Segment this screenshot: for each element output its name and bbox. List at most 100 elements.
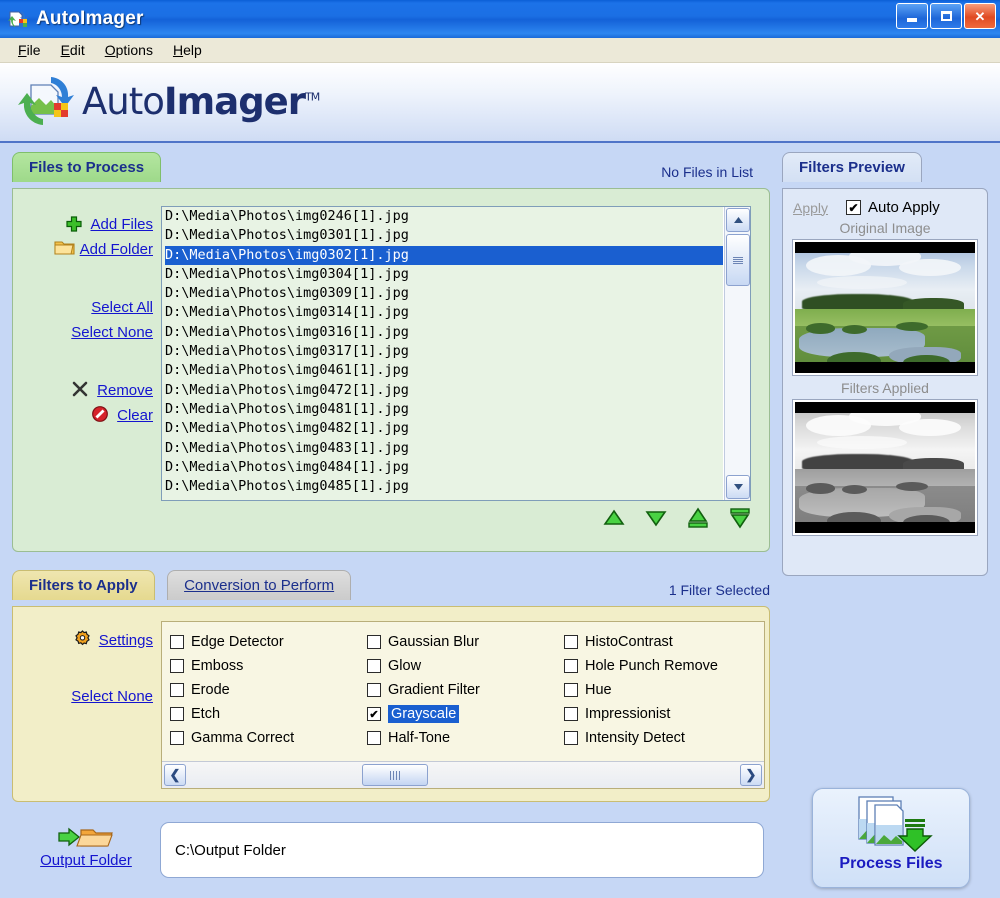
file-list-item[interactable]: D:\Media\Photos\img0472[1].jpg (165, 381, 723, 400)
add-files-button[interactable]: Add Files (13, 213, 161, 235)
filter-checkbox[interactable] (170, 731, 184, 745)
menu-file[interactable]: File (8, 40, 51, 60)
select-none-button[interactable]: Select None (13, 321, 161, 343)
scroll-down-button[interactable] (726, 475, 750, 499)
select-all-button[interactable]: Select All (13, 296, 161, 318)
output-folder-button[interactable]: Output Folder (12, 818, 160, 870)
filters-status: 1 Filter Selected (668, 582, 770, 598)
filters-select-none-label: Select None (71, 687, 153, 705)
minimize-button[interactable] (896, 3, 928, 29)
filter-checkbox[interactable]: ✔ (367, 707, 381, 721)
filters-select-none-button[interactable]: Select None (13, 685, 161, 707)
settings-label: Settings (98, 631, 153, 649)
logo-wordmark: AutoImagerTM (82, 79, 320, 123)
process-files-button[interactable]: Process Files (812, 788, 970, 888)
filter-row[interactable]: Glow (367, 654, 564, 678)
move-to-bottom-button[interactable] (727, 507, 753, 529)
filter-checkbox[interactable] (170, 707, 184, 721)
tab-filters-to-apply[interactable]: Filters to Apply (12, 570, 155, 600)
file-list-item[interactable]: D:\Media\Photos\img0304[1].jpg (165, 265, 723, 284)
filter-row[interactable]: Etch (170, 702, 367, 726)
file-list-item[interactable]: D:\Media\Photos\img0309[1].jpg (165, 284, 723, 303)
file-list-item[interactable]: D:\Media\Photos\img0482[1].jpg (165, 419, 723, 438)
logo-trademark: TM (305, 90, 320, 104)
filter-row[interactable]: Impressionist (564, 702, 761, 726)
filter-row[interactable]: Hole Punch Remove (564, 654, 761, 678)
menu-edit[interactable]: Edit (51, 40, 95, 60)
filter-checkbox[interactable] (564, 659, 578, 673)
file-list-item[interactable]: D:\Media\Photos\img0301[1].jpg (165, 226, 723, 245)
filter-row[interactable]: ✔ Grayscale (367, 702, 564, 726)
move-down-button[interactable] (643, 507, 669, 529)
file-list-item[interactable]: D:\Media\Photos\img0461[1].jpg (165, 361, 723, 380)
menu-options[interactable]: Options (95, 40, 163, 60)
filter-checkbox[interactable] (170, 683, 184, 697)
file-list-item[interactable]: D:\Media\Photos\img0316[1].jpg (165, 323, 723, 342)
file-list-item[interactable]: D:\Media\Photos\img0302[1].jpg (165, 245, 723, 265)
file-list-item[interactable]: D:\Media\Photos\img0481[1].jpg (165, 400, 723, 419)
file-list-item[interactable]: D:\Media\Photos\img0317[1].jpg (165, 342, 723, 361)
file-list-item[interactable]: D:\Media\Photos\img0314[1].jpg (165, 303, 723, 322)
filter-row[interactable]: Gamma Correct (170, 726, 367, 750)
close-button[interactable]: ✕ (964, 3, 996, 29)
filter-checkbox[interactable] (170, 635, 184, 649)
filter-row[interactable]: HistoContrast (564, 630, 761, 654)
file-list[interactable]: D:\Media\Photos\img0246[1].jpg D:\Media\P… (162, 207, 723, 500)
filter-label: Gamma Correct (191, 730, 295, 746)
scroll-up-button[interactable] (726, 208, 750, 232)
select-none-label: Select None (71, 323, 153, 341)
file-list-item[interactable]: D:\Media\Photos\img0483[1].jpg (165, 439, 723, 458)
filter-row[interactable]: Erode (170, 678, 367, 702)
file-list-vertical-scrollbar[interactable] (724, 207, 750, 500)
filters-column: HistoContrast Hole Punch Remove Hue Impress… (564, 630, 761, 750)
filter-checkbox[interactable] (564, 707, 578, 721)
filter-label: Glow (388, 658, 422, 674)
apply-button: Apply (793, 199, 829, 216)
files-tab[interactable]: Files to Process (12, 152, 162, 182)
filter-checkbox[interactable] (367, 635, 381, 649)
files-panel: Add Files Add Folder Select All Select N… (12, 188, 770, 552)
filter-checkbox[interactable] (367, 731, 381, 745)
filter-row[interactable]: Edge Detector (170, 630, 367, 654)
filters-column: Edge Detector Emboss Erode Etch Gamma Correc… (170, 630, 367, 750)
window-title: AutoImager (36, 8, 144, 29)
filter-checkbox[interactable] (367, 659, 381, 673)
add-folder-label: Add Folder (79, 240, 153, 258)
add-folder-button[interactable]: Add Folder (13, 238, 161, 260)
chevron-left-icon[interactable]: ❮ (164, 764, 186, 786)
filter-row[interactable]: Emboss (170, 654, 367, 678)
move-to-top-button[interactable] (685, 507, 711, 529)
file-list-item[interactable]: D:\Media\Photos\img0485[1].jpg (165, 477, 723, 496)
output-path-field[interactable]: C:\Output Folder (160, 822, 764, 878)
remove-button[interactable]: Remove (13, 379, 161, 401)
maximize-button[interactable] (930, 3, 962, 29)
filter-row[interactable]: Intensity Detect (564, 726, 761, 750)
filter-row[interactable]: Half-Tone (367, 726, 564, 750)
auto-apply-checkbox[interactable]: ✔ (846, 200, 862, 215)
preview-tab[interactable]: Filters Preview (782, 152, 922, 182)
filters-horizontal-scrollbar[interactable]: ❮ ❯ (162, 761, 764, 788)
filter-checkbox[interactable] (564, 683, 578, 697)
settings-button[interactable]: Settings (13, 629, 161, 651)
filtered-image (795, 402, 975, 533)
filter-row[interactable]: Gradient Filter (367, 678, 564, 702)
filters-scroll-thumb[interactable] (362, 764, 428, 786)
scroll-thumb[interactable] (726, 234, 750, 286)
move-up-button[interactable] (601, 507, 627, 529)
filter-checkbox[interactable] (564, 635, 578, 649)
file-list-item[interactable]: D:\Media\Photos\img0246[1].jpg (165, 207, 723, 226)
original-image-frame (792, 239, 978, 376)
filter-label: Gradient Filter (388, 682, 480, 698)
chevron-right-icon[interactable]: ❯ (740, 764, 762, 786)
filter-label: Gaussian Blur (388, 634, 480, 650)
clear-button[interactable]: Clear (13, 404, 161, 426)
logo-text-bold: Imager (163, 79, 306, 123)
tab-conversion-to-perform[interactable]: Conversion to Perform (167, 570, 352, 600)
menu-help[interactable]: Help (163, 40, 212, 60)
filter-row[interactable]: Gaussian Blur (367, 630, 564, 654)
filter-row[interactable]: Hue (564, 678, 761, 702)
filter-checkbox[interactable] (170, 659, 184, 673)
filter-checkbox[interactable] (564, 731, 578, 745)
filter-checkbox[interactable] (367, 683, 381, 697)
file-list-item[interactable]: D:\Media\Photos\img0484[1].jpg (165, 458, 723, 477)
